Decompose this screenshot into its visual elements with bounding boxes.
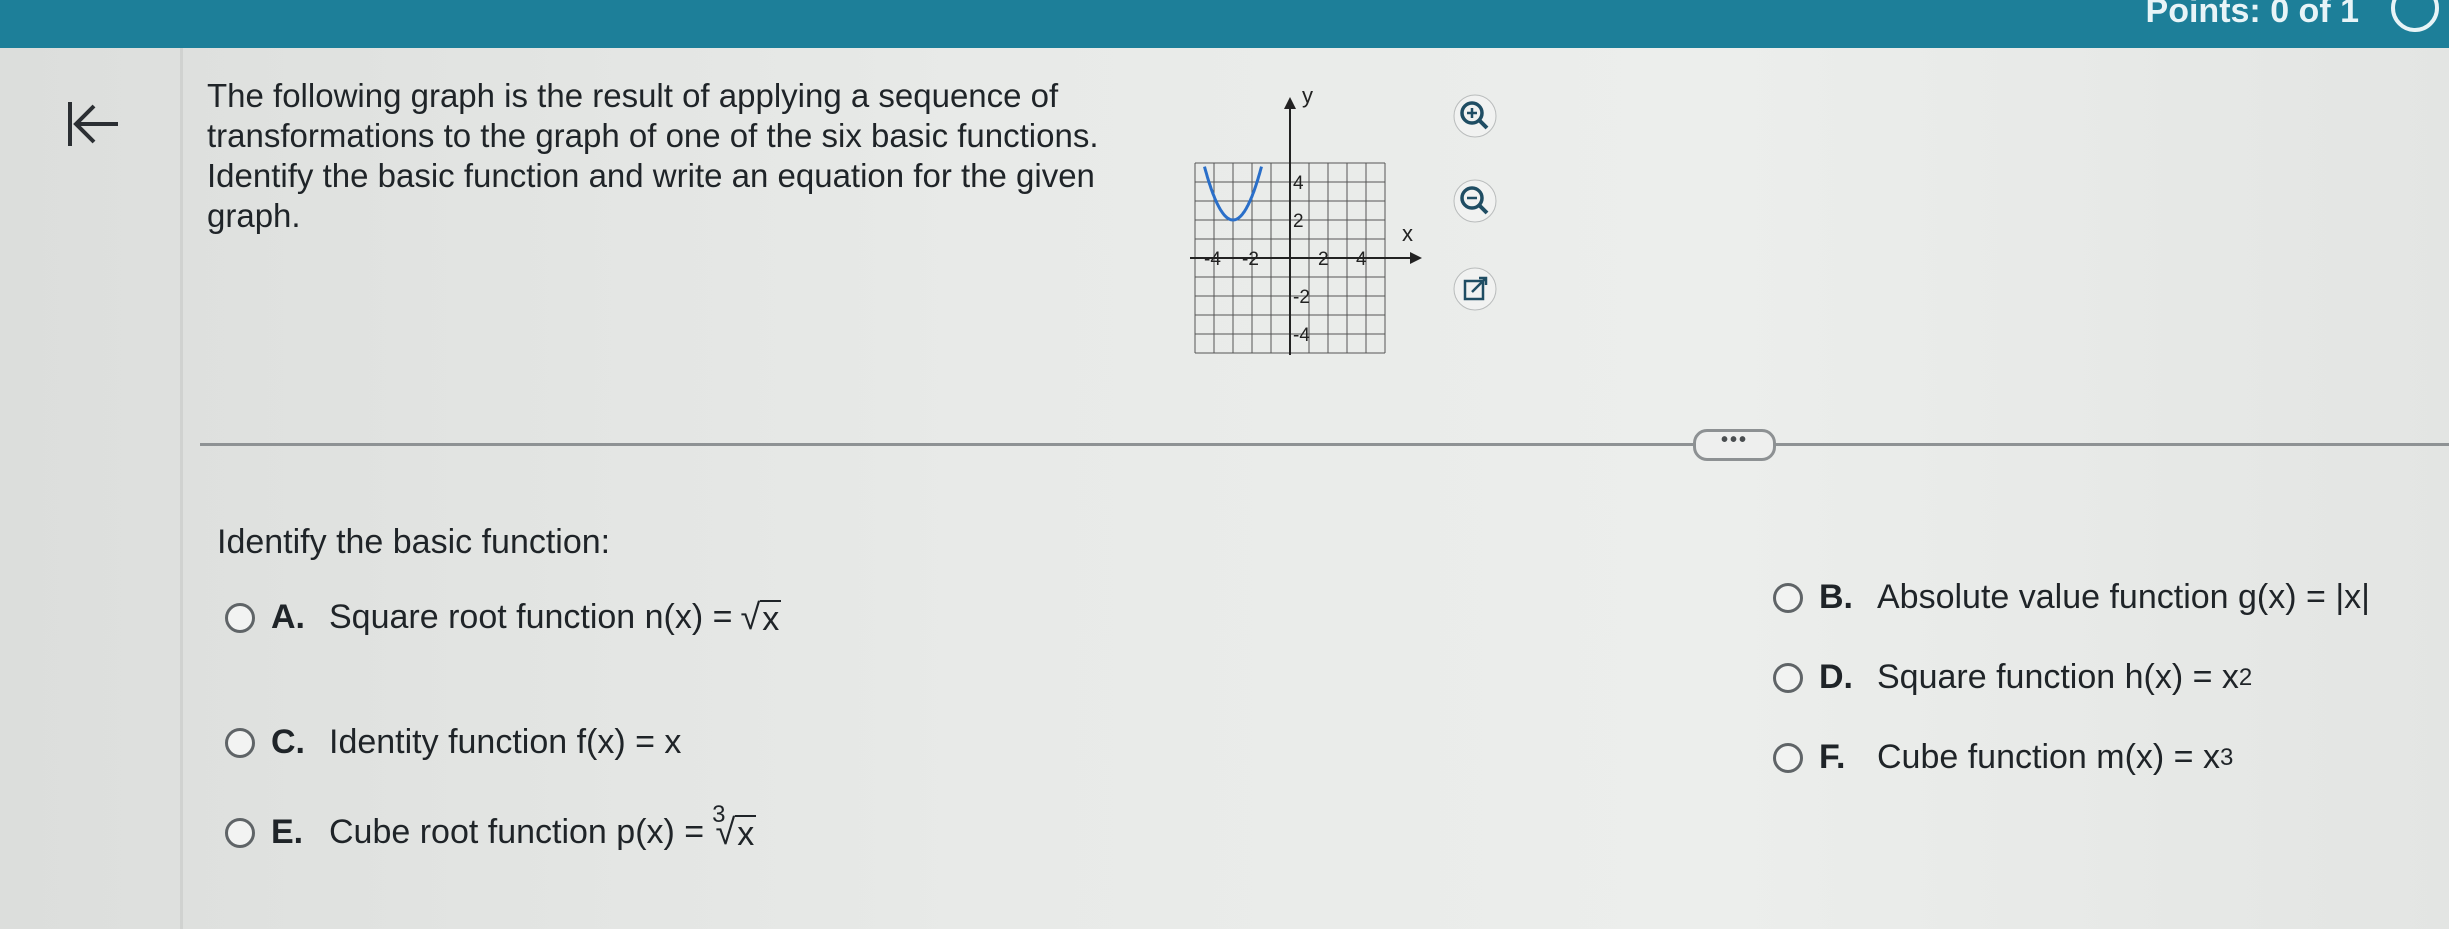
x-axis-arrow-icon bbox=[1410, 252, 1422, 264]
collapse-left-icon[interactable] bbox=[62, 94, 122, 154]
option-letter: B. bbox=[1819, 578, 1853, 616]
zoom-in-icon[interactable] bbox=[1452, 93, 1498, 139]
option-letter: D. bbox=[1819, 658, 1853, 696]
exponent: 3 bbox=[2219, 743, 2234, 771]
external-link-icon[interactable] bbox=[1452, 266, 1498, 312]
y-tick-label: 2 bbox=[1293, 211, 1304, 232]
option-a[interactable]: A. Square root function n(x) = √ x bbox=[225, 595, 782, 638]
function-graph: y x 4 2 -2 -4 -4 -2 2 4 bbox=[1190, 83, 1422, 355]
question-page: The following graph is the result of app… bbox=[0, 48, 2449, 929]
cube-root-symbol: 3 √ x bbox=[712, 800, 757, 853]
x-axis-label: x bbox=[1402, 221, 1413, 246]
question-text: The following graph is the result of app… bbox=[207, 77, 1099, 234]
option-e[interactable]: E. Cube root function p(x) = 3 √ x bbox=[225, 800, 757, 853]
y-tick-label: -4 bbox=[1293, 325, 1310, 346]
option-text: Cube function m(x) = x bbox=[1877, 738, 2220, 776]
option-text: Square root function n(x) = bbox=[329, 598, 733, 636]
answer-prompt: Identify the basic function: bbox=[217, 523, 611, 561]
exponent: 2 bbox=[2238, 663, 2253, 691]
x-tick-label: -2 bbox=[1242, 249, 1259, 270]
option-f[interactable]: F. Cube function m(x) = x3 bbox=[1773, 738, 2233, 777]
option-d[interactable]: D. Square function h(x) = x2 bbox=[1773, 658, 2252, 697]
top-bar: Points: 0 of 1 bbox=[0, 0, 2449, 48]
option-letter: A. bbox=[271, 598, 305, 636]
option-letter: F. bbox=[1819, 738, 1846, 776]
y-tick-label: 4 bbox=[1293, 173, 1304, 194]
more-options-button[interactable]: ••• bbox=[1693, 429, 1776, 461]
radicand: x bbox=[760, 599, 782, 638]
zoom-out-icon[interactable] bbox=[1452, 178, 1498, 224]
x-tick-label: 4 bbox=[1356, 249, 1367, 270]
square-root-symbol: √ x bbox=[740, 595, 782, 638]
option-text: Cube root function p(x) = bbox=[329, 813, 705, 851]
option-b[interactable]: B. Absolute value function g(x) = |x| bbox=[1773, 578, 2370, 617]
option-text: Absolute value function g(x) = |x| bbox=[1877, 578, 2370, 616]
sidebar-divider bbox=[180, 48, 183, 929]
option-a-radio[interactable] bbox=[225, 602, 255, 633]
option-text: Identity function f(x) = x bbox=[329, 723, 682, 761]
option-c[interactable]: C. Identity function f(x) = x bbox=[225, 723, 681, 762]
option-letter: C. bbox=[271, 723, 305, 761]
option-d-radio[interactable] bbox=[1773, 662, 1803, 693]
x-tick-label: -4 bbox=[1204, 249, 1221, 270]
x-tick-label: 2 bbox=[1318, 249, 1329, 270]
root-index: 3 bbox=[712, 800, 726, 828]
y-axis-label: y bbox=[1302, 83, 1313, 108]
score-text: Points: 0 of 1 bbox=[2145, 0, 2359, 30]
y-axis-arrow-icon bbox=[1284, 97, 1296, 109]
score-ring-icon bbox=[2391, 0, 2439, 32]
radicand: x bbox=[735, 814, 757, 853]
option-c-radio[interactable] bbox=[225, 727, 255, 758]
option-b-radio[interactable] bbox=[1773, 582, 1803, 613]
section-divider bbox=[200, 443, 2449, 446]
option-e-radio[interactable] bbox=[225, 817, 255, 848]
y-tick-label: -2 bbox=[1293, 287, 1310, 308]
option-f-radio[interactable] bbox=[1773, 742, 1803, 773]
option-text: Square function h(x) = x bbox=[1877, 658, 2239, 696]
option-letter: E. bbox=[271, 813, 304, 851]
